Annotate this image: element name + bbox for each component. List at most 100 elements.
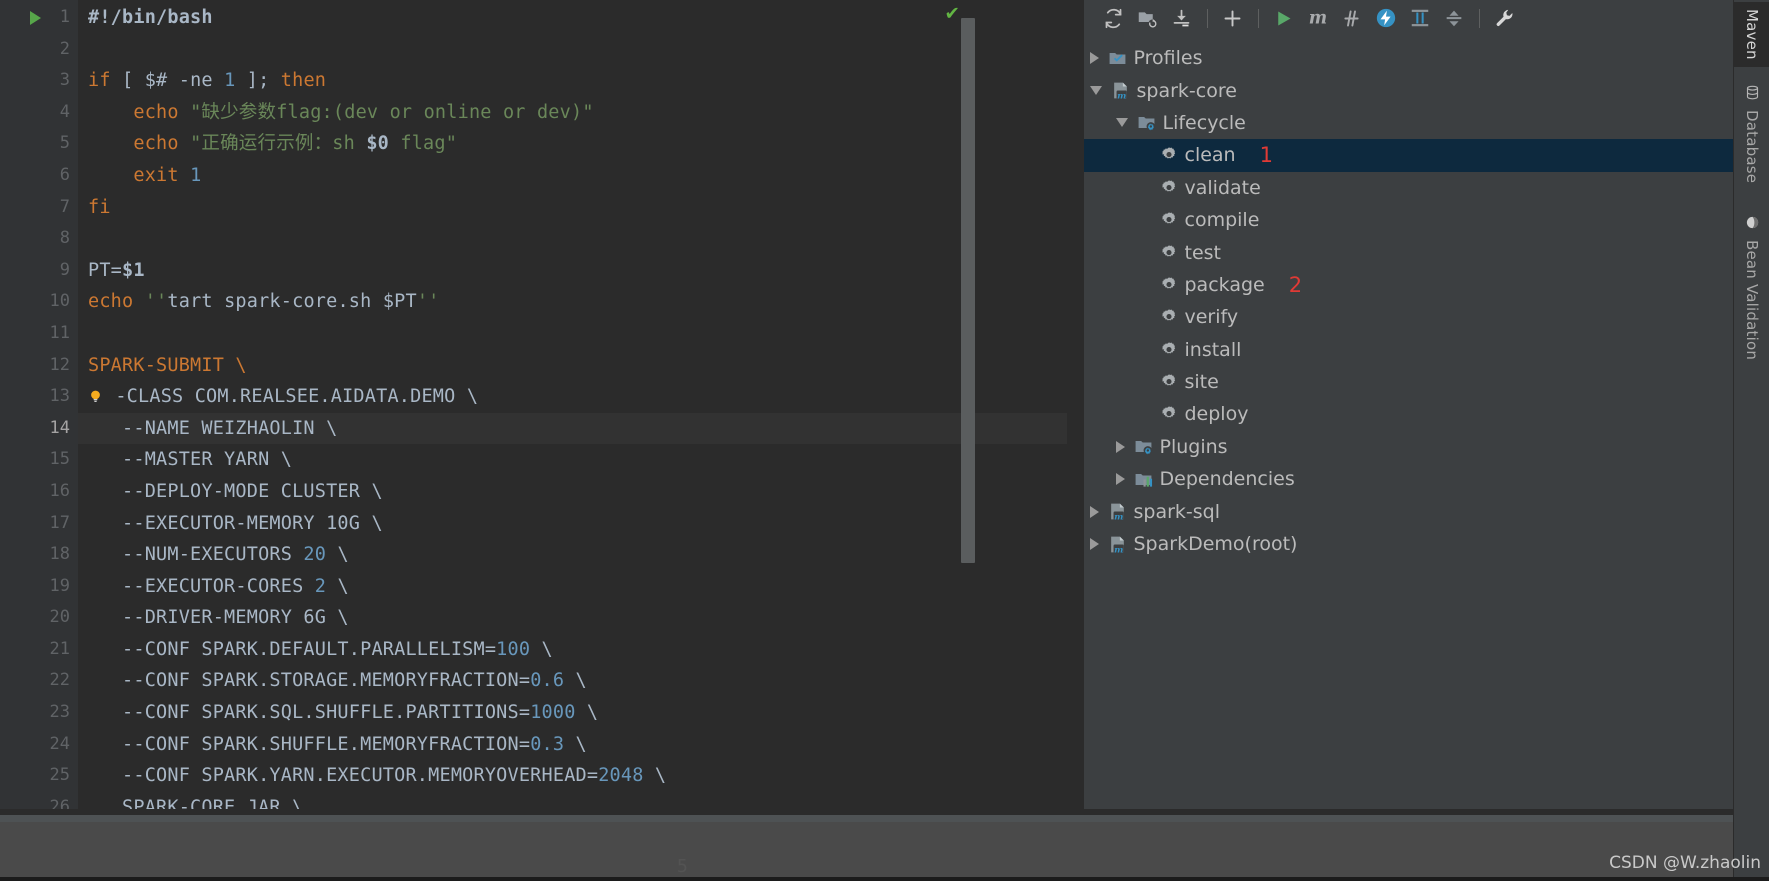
code-line[interactable]: PT=$1 <box>78 255 1083 287</box>
maven-project-tree[interactable]: Profiles m spark-core Lifecycle clean 1 va… <box>1083 36 1734 560</box>
run-icon[interactable] <box>1268 3 1300 33</box>
gutter-line-number[interactable]: 26 <box>0 792 78 809</box>
code-line[interactable]: -CLASS COM.REALSEE.AIDATA.DEMO \ <box>78 381 1083 413</box>
gutter-line-number[interactable]: 24 <box>0 729 78 761</box>
code-line[interactable]: echo ''tart spark-core.sh $PT'' <box>78 286 1083 318</box>
editor-code-area[interactable]: #!/bin/bash if [ $# -ne 1 ]; then echo "缺… <box>78 0 1083 809</box>
gutter-line-number[interactable]: 13 <box>0 381 78 413</box>
add-maven-project-icon[interactable] <box>1217 3 1249 33</box>
maven-tree-node[interactable]: m SparkDemo (root) <box>1084 528 1734 560</box>
gutter-line-number[interactable]: 7 <box>0 192 78 224</box>
gutter-line-number[interactable]: 10 <box>0 286 78 318</box>
gutter-line-number[interactable]: 22 <box>0 665 78 697</box>
gutter-line-number[interactable]: 25 <box>0 760 78 792</box>
offline-mode-icon[interactable] <box>1370 3 1402 33</box>
maven-tree-node[interactable]: install <box>1084 334 1734 366</box>
step-annotation: 1 <box>1259 143 1273 168</box>
gutter-line-number[interactable]: 11 <box>0 318 78 350</box>
chevron-right-icon[interactable] <box>1115 440 1125 453</box>
code-line[interactable]: SPARK-SUBMIT \ <box>78 350 1083 382</box>
editor-scrollbar-track[interactable] <box>1066 0 1083 809</box>
code-line[interactable]: --MASTER YARN \ <box>78 444 1083 476</box>
code-line[interactable]: --CONF SPARK.DEFAULT.PARALLELISM=100 \ <box>78 634 1083 666</box>
download-sources-icon[interactable] <box>1166 3 1198 33</box>
maven-tree-node[interactable]: test <box>1084 236 1734 268</box>
gutter-line-number[interactable]: 15 <box>0 444 78 476</box>
maven-tree-node[interactable]: Lifecycle <box>1084 107 1734 139</box>
inspection-ok-icon[interactable]: ✔ <box>946 2 959 23</box>
gutter-line-number[interactable]: 2 <box>0 34 78 66</box>
code-line[interactable]: if [ $# -ne 1 ]; then <box>78 65 1083 97</box>
code-line[interactable]: --CONF SPARK.YARN.EXECUTOR.MEMORYOVERHEA… <box>78 760 1083 792</box>
gutter-line-number[interactable]: 17 <box>0 508 78 540</box>
code-line[interactable]: exit 1 <box>78 160 1083 192</box>
chevron-right-icon[interactable] <box>1089 505 1099 518</box>
expand-all-icon[interactable] <box>1438 3 1470 33</box>
code-line[interactable]: --CONF SPARK.SHUFFLE.MEMORYFRACTION=0.3 … <box>78 729 1083 761</box>
code-line[interactable]: echo "缺少参数flag:(dev or online or dev)" <box>78 97 1083 129</box>
maven-tree-node-label: compile <box>1184 209 1260 232</box>
gutter-line-number[interactable]: 19 <box>0 571 78 603</box>
gutter-line-number[interactable]: 6 <box>0 160 78 192</box>
tool-tab-bean-validation[interactable]: Bean Validation <box>1734 208 1769 367</box>
tool-tab-maven[interactable]: Maven <box>1734 2 1769 67</box>
settings-wrench-icon[interactable] <box>1489 3 1521 33</box>
code-line[interactable]: #!/bin/bash <box>78 2 1083 34</box>
maven-tree-node[interactable]: compile <box>1084 204 1734 236</box>
code-line[interactable]: --NUM-EXECUTORS 20 \ <box>78 539 1083 571</box>
code-editor[interactable]: 1 2 3 4 5 6 7 8 9 10 11 12 13 14 15 16 17 18 19 20 21 22 23 24 2… <box>0 0 1083 809</box>
collapse-all-icon[interactable] <box>1404 3 1436 33</box>
gutter-line-number[interactable]: 3 <box>0 65 78 97</box>
tool-tab-database[interactable]: Database <box>1734 78 1769 190</box>
gutter-line-number[interactable]: 21 <box>0 634 78 666</box>
code-line[interactable]: --NAME WEIZHAOLIN \ <box>78 412 1083 445</box>
gutter-line-number[interactable]: 8 <box>0 223 78 255</box>
code-line[interactable]: SPARK-CORE.JAR \ <box>78 792 1083 809</box>
gutter-line-number[interactable]: 16 <box>0 476 78 508</box>
maven-tree-node[interactable]: m spark-core <box>1084 74 1734 106</box>
gutter-line-number[interactable]: 5 <box>0 128 78 160</box>
chevron-right-icon[interactable] <box>1089 52 1099 65</box>
code-line[interactable]: --EXECUTOR-CORES 2 \ <box>78 571 1083 603</box>
gutter-line-number[interactable]: 20 <box>0 602 78 634</box>
code-line[interactable]: --CONF SPARK.SQL.SHUFFLE.PARTITIONS=1000… <box>78 697 1083 729</box>
reimport-icon[interactable] <box>1098 3 1130 33</box>
gutter-line-number[interactable]: 14 <box>0 413 78 445</box>
maven-tree-node[interactable]: Dependencies <box>1084 463 1734 495</box>
maven-tree-node[interactable]: validate <box>1084 172 1734 204</box>
maven-tree-node[interactable]: Profiles <box>1084 42 1734 74</box>
code-line[interactable]: --EXECUTOR-MEMORY 10G \ <box>78 508 1083 540</box>
code-line[interactable]: --DEPLOY-MODE CLUSTER \ <box>78 476 1083 508</box>
gutter-line-number[interactable]: 12 <box>0 350 78 382</box>
gutter-line-number[interactable]: 23 <box>0 697 78 729</box>
intention-bulb-icon[interactable] <box>88 383 103 403</box>
chevron-right-icon[interactable] <box>1089 538 1099 551</box>
maven-tree-node[interactable]: Plugins <box>1084 431 1734 463</box>
chevron-down-icon[interactable] <box>1115 118 1128 128</box>
skip-tests-icon[interactable] <box>1336 3 1368 33</box>
generate-sources-icon[interactable] <box>1132 3 1164 33</box>
code-line[interactable] <box>78 318 1083 350</box>
editor-gutter[interactable]: 1 2 3 4 5 6 7 8 9 10 11 12 13 14 15 16 17 18 19 20 21 22 23 24 2… <box>0 0 78 809</box>
chevron-right-icon[interactable] <box>1115 473 1125 486</box>
code-line[interactable]: --DRIVER-MEMORY 6G \ <box>78 602 1083 634</box>
gutter-line-number[interactable]: 4 <box>0 97 78 129</box>
editor-scrollbar-thumb[interactable] <box>960 18 975 563</box>
chevron-down-icon[interactable] <box>1089 86 1102 96</box>
run-script-icon[interactable] <box>30 10 41 25</box>
maven-tree-node[interactable]: site <box>1084 366 1734 398</box>
code-line[interactable]: fi <box>78 192 1083 224</box>
code-line[interactable] <box>78 34 1083 66</box>
maven-tree-node[interactable]: verify <box>1084 301 1734 333</box>
gutter-line-number[interactable]: 1 <box>0 2 78 34</box>
maven-tree-node[interactable]: deploy <box>1084 398 1734 430</box>
maven-tree-node[interactable]: clean 1 <box>1083 139 1733 172</box>
gutter-line-number[interactable]: 9 <box>0 255 78 287</box>
code-line[interactable]: echo "正确运行示例：sh $0 flag" <box>78 128 1083 160</box>
gutter-line-number[interactable]: 18 <box>0 539 78 571</box>
maven-settings-icon[interactable]: m <box>1302 3 1334 33</box>
maven-tree-node[interactable]: package 2 <box>1084 269 1734 301</box>
code-line[interactable]: --CONF SPARK.STORAGE.MEMORYFRACTION=0.6 … <box>78 665 1083 697</box>
code-line[interactable] <box>78 223 1083 255</box>
maven-tree-node[interactable]: m spark-sql <box>1084 495 1734 527</box>
